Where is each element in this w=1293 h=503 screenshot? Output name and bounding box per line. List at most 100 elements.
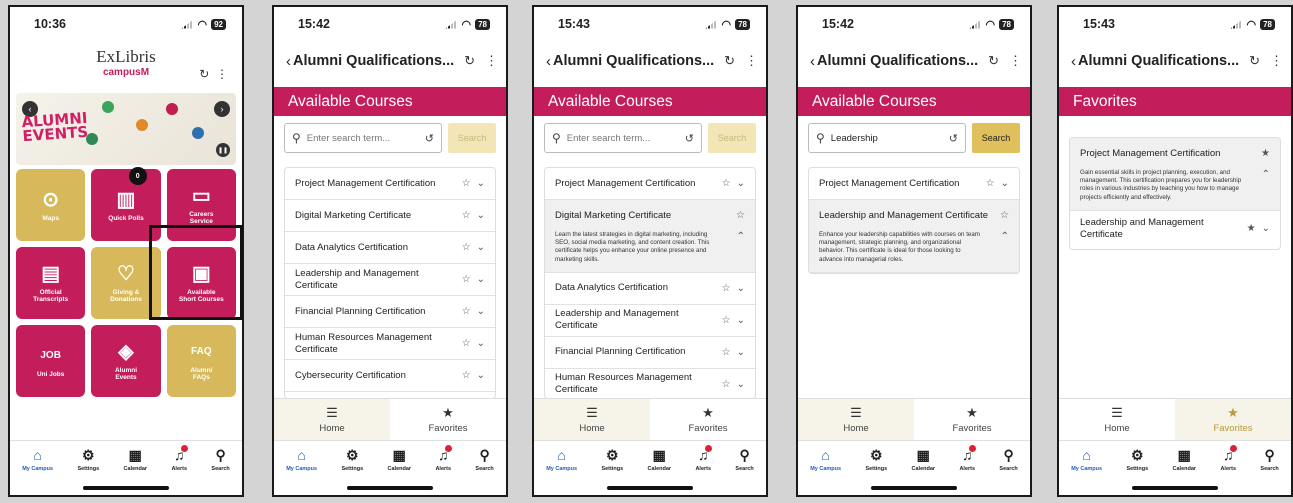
star-outline-icon[interactable]: ☆ — [462, 306, 471, 317]
chevron-down-icon[interactable]: ⌄ — [477, 210, 485, 221]
tile-maps[interactable]: ⊙ Maps — [16, 169, 86, 241]
chevron-up-icon[interactable]: ⌃ — [1262, 169, 1270, 180]
dock-search[interactable]: ⚲ Search — [735, 447, 753, 495]
search-input[interactable]: ⚲ Leadership ↺ — [808, 123, 966, 153]
pause-icon[interactable]: ❚❚ — [216, 143, 230, 157]
list-item[interactable]: Cybersecurity Certification ☆ ⌄ — [285, 360, 495, 392]
dock-my-campus[interactable]: ⌂ My Campus — [1071, 447, 1102, 495]
tab-favorites[interactable]: ★ Favorites — [650, 399, 766, 440]
star-outline-icon[interactable]: ☆ — [462, 338, 471, 349]
refresh-icon[interactable]: ↻ — [988, 53, 999, 69]
chevron-down-icon[interactable]: ⌄ — [477, 242, 485, 253]
more-icon[interactable]: ⋮ — [745, 53, 758, 69]
reset-icon[interactable]: ↺ — [425, 132, 434, 145]
dock-search[interactable]: ⚲ Search — [475, 447, 493, 495]
list-item[interactable]: Data Analytics Certification ☆ ⌄ — [545, 273, 755, 305]
tab-home[interactable]: ☰ Home — [274, 399, 390, 440]
hero-banner[interactable]: ‹ › ALUMNI EVENTS ❚❚ — [16, 93, 236, 165]
dock-my-campus[interactable]: ⌂ My Campus — [22, 447, 53, 495]
dock-search[interactable]: ⚲ Search — [1260, 447, 1278, 495]
list-item[interactable]: Financial Planning Certification ☆ ⌄ — [285, 296, 495, 328]
list-item[interactable]: Digital Marketing Certificate ☆ ⌄ — [285, 200, 495, 232]
tile-alumni-faqs[interactable]: FAQ Alumni FAQs — [166, 325, 236, 397]
chevron-down-icon[interactable]: ⌄ — [1001, 178, 1009, 189]
list-item[interactable]: Human Resources Management Certificate ☆ ⌄ — [285, 328, 495, 360]
list-item[interactable]: Human Resources Management Certificate ☆ ⌄ — [545, 369, 755, 398]
search-button[interactable]: Search — [708, 123, 756, 153]
search-input[interactable]: ⚲ Enter search term... ↺ — [544, 123, 702, 153]
refresh-icon[interactable]: ↻ — [1249, 53, 1260, 69]
dock-alerts[interactable]: ♫ Alerts — [171, 445, 189, 495]
list-item[interactable]: Leadership and Management Certificate ☆ ⌄ — [545, 305, 755, 337]
tab-home[interactable]: ☰ Home — [1059, 399, 1175, 440]
star-outline-icon[interactable]: ☆ — [722, 347, 731, 358]
dock-alerts[interactable]: ♫ Alerts — [695, 445, 713, 495]
list-item[interactable]: Financial Planning Certification ☆ ⌄ — [545, 337, 755, 369]
reset-icon[interactable]: ↺ — [949, 132, 958, 145]
search-button[interactable]: Search — [448, 123, 496, 153]
refresh-icon[interactable]: ↻ — [724, 53, 735, 69]
dock-search[interactable]: ⚲ Search — [211, 447, 229, 495]
star-outline-icon[interactable]: ☆ — [1000, 210, 1009, 221]
dock-my-campus[interactable]: ⌂ My Campus — [286, 447, 317, 495]
list-item[interactable]: Project Management Certification ★ Gain e… — [1070, 138, 1280, 211]
more-icon[interactable]: ⋮ — [1270, 53, 1283, 69]
dock-my-campus[interactable]: ⌂ My Campus — [810, 447, 841, 495]
star-outline-icon[interactable]: ☆ — [462, 370, 471, 381]
list-item[interactable]: Project Management Certification ☆ ⌄ — [545, 168, 755, 200]
carousel-next-icon[interactable]: › — [214, 101, 230, 117]
chevron-down-icon[interactable]: ⌄ — [477, 370, 485, 381]
chevron-up-icon[interactable]: ⌃ — [737, 231, 745, 242]
chevron-down-icon[interactable]: ⌄ — [477, 338, 485, 349]
star-filled-icon[interactable]: ★ — [1247, 223, 1256, 234]
search-button[interactable]: Search — [972, 123, 1020, 153]
list-item[interactable]: Leadership and Management Certificate ☆ ⌄ — [285, 264, 495, 296]
dock-my-campus[interactable]: ⌂ My Campus — [546, 447, 577, 495]
list-item[interactable]: Project Management Certification ☆ ⌄ — [809, 168, 1019, 200]
star-outline-icon[interactable]: ☆ — [722, 379, 731, 390]
chevron-down-icon[interactable]: ⌄ — [737, 379, 745, 390]
chevron-down-icon[interactable]: ⌄ — [737, 283, 745, 294]
more-icon[interactable]: ⋮ — [216, 67, 228, 81]
chevron-down-icon[interactable]: ⌄ — [737, 315, 745, 326]
star-filled-icon[interactable]: ★ — [1261, 148, 1270, 159]
more-icon[interactable]: ⋮ — [1009, 53, 1022, 69]
star-outline-icon[interactable]: ☆ — [986, 178, 995, 189]
chevron-down-icon[interactable]: ⌄ — [737, 347, 745, 358]
tile-official-transcripts[interactable]: ▤ Official Transcripts — [16, 247, 86, 319]
dock-alerts[interactable]: ♫ Alerts — [1220, 445, 1238, 495]
list-item[interactable]: Project Management Certification ☆ ⌄ — [285, 168, 495, 200]
tab-favorites[interactable]: ★ Favorites — [1175, 399, 1291, 440]
chevron-up-icon[interactable]: ⌃ — [1001, 231, 1009, 242]
more-icon[interactable]: ⋮ — [485, 53, 498, 69]
tile-uni-jobs[interactable]: JOB Uni Jobs — [16, 325, 86, 397]
star-outline-icon[interactable]: ☆ — [462, 178, 471, 189]
dock-search[interactable]: ⚲ Search — [999, 447, 1017, 495]
star-outline-icon[interactable]: ☆ — [722, 283, 731, 294]
list-item[interactable]: Data Analytics Certification ☆ ⌄ — [285, 232, 495, 264]
tab-home[interactable]: ☰ Home — [534, 399, 650, 440]
star-outline-icon[interactable]: ☆ — [736, 210, 745, 221]
chevron-down-icon[interactable]: ⌄ — [477, 274, 485, 285]
tab-home[interactable]: ☰ Home — [798, 399, 914, 440]
tab-favorites[interactable]: ★ Favorites — [914, 399, 1030, 440]
reset-icon[interactable]: ↺ — [685, 132, 694, 145]
search-input[interactable]: ⚲ Enter search term... ↺ — [284, 123, 442, 153]
tab-favorites[interactable]: ★ Favorites — [390, 399, 506, 440]
star-outline-icon[interactable]: ☆ — [722, 315, 731, 326]
list-item[interactable]: Digital Marketing Certificate ☆ Learn the … — [545, 200, 755, 273]
dock-alerts[interactable]: ♫ Alerts — [435, 445, 453, 495]
star-outline-icon[interactable]: ☆ — [462, 274, 471, 285]
chevron-down-icon[interactable]: ⌄ — [477, 178, 485, 189]
chevron-down-icon[interactable]: ⌄ — [477, 306, 485, 317]
refresh-icon[interactable]: ↻ — [464, 53, 475, 69]
star-outline-icon[interactable]: ☆ — [462, 210, 471, 221]
list-item[interactable]: Leadership and Management Certificate ★ ⌄ — [1070, 211, 1280, 249]
star-outline-icon[interactable]: ☆ — [462, 242, 471, 253]
chevron-down-icon[interactable]: ⌄ — [1262, 223, 1270, 234]
list-item[interactable]: Leadership and Management Certificate ☆ En… — [809, 200, 1019, 273]
tile-alumni-events[interactable]: ◈ Alumni Events — [91, 325, 161, 397]
chevron-down-icon[interactable]: ⌄ — [737, 178, 745, 189]
refresh-icon[interactable]: ↻ — [199, 67, 209, 81]
dock-alerts[interactable]: ♫ Alerts — [959, 445, 977, 495]
